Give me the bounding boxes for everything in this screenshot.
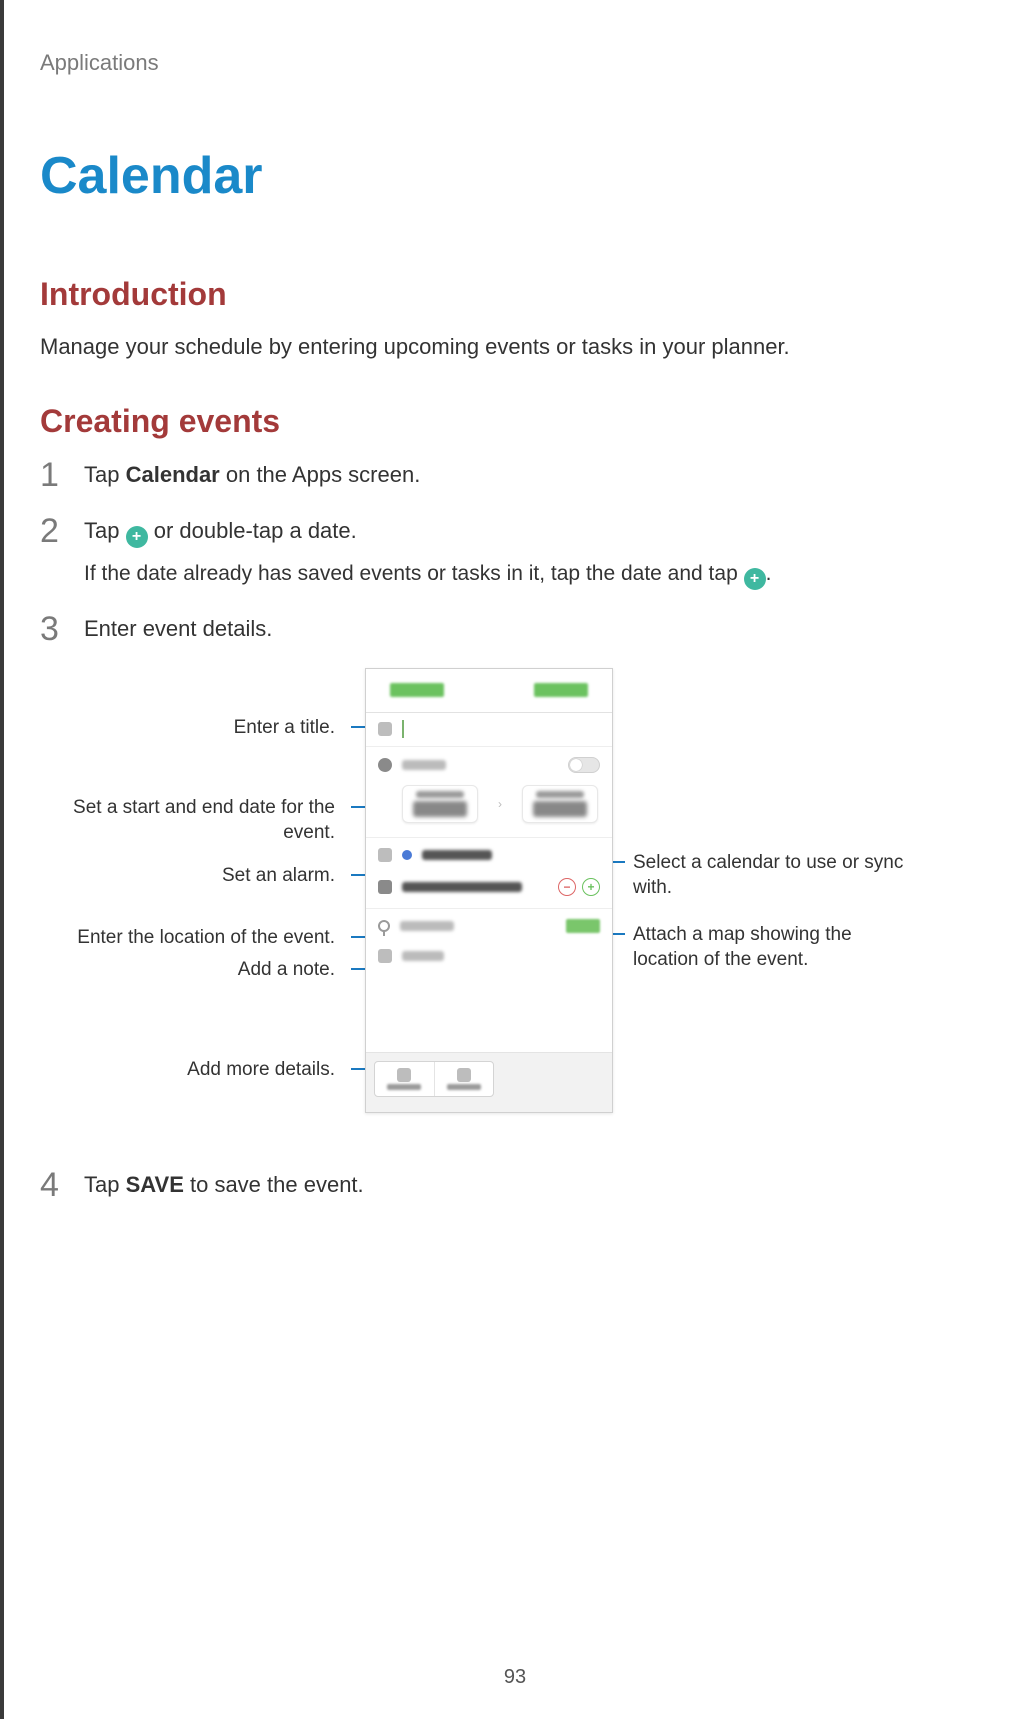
calendar-icon — [378, 848, 392, 862]
text-cursor — [402, 720, 404, 738]
breadcrumb: Applications — [40, 50, 980, 76]
note-row — [366, 941, 612, 971]
step-4-pre: Tap — [84, 1172, 126, 1197]
clock-icon — [378, 758, 392, 772]
step-3-body: Enter event details. — [84, 612, 980, 646]
callout-title: Enter a title. — [55, 716, 335, 741]
callout-location: Enter the location of the event. — [55, 926, 335, 951]
step-1: 1 Tap Calendar on the Apps screen. — [40, 458, 980, 492]
event-editor-figure: Enter a title. Set a start and end date … — [55, 668, 965, 1138]
calendar-row — [366, 838, 612, 870]
note-label-blurred — [402, 951, 444, 961]
plus-icon: + — [126, 526, 148, 548]
page-title: Calendar — [40, 146, 980, 206]
callout-alarm: Set an alarm. — [55, 864, 335, 889]
footer-buttons — [374, 1061, 494, 1097]
step-2-pre: Tap — [84, 518, 126, 543]
remove-alarm-icon: − — [558, 878, 576, 896]
timezone-button — [435, 1062, 494, 1096]
title-row — [366, 713, 612, 747]
step-4-number: 4 — [40, 1168, 68, 1202]
allday-row — [366, 747, 612, 781]
step-4-body: Tap SAVE to save the event. — [84, 1168, 980, 1202]
introduction-body: Manage your schedule by entering upcomin… — [40, 331, 980, 363]
page-number: 93 — [0, 1666, 1030, 1689]
plus-icon: + — [744, 568, 766, 590]
allday-label-blurred — [402, 760, 446, 770]
location-pin-icon — [378, 920, 390, 932]
step-3-number: 3 — [40, 612, 68, 646]
step-2: 2 Tap + or double-tap a date. If the dat… — [40, 514, 980, 590]
step-2-post: or double-tap a date. — [148, 518, 357, 543]
step-2-sub-pre: If the date already has saved events or … — [84, 562, 744, 585]
title-icon — [378, 722, 392, 736]
section-creating-events-heading: Creating events — [40, 403, 980, 440]
add-alarm-icon: + — [582, 878, 600, 896]
location-row — [366, 909, 612, 941]
location-label-blurred — [400, 921, 454, 931]
step-1-body: Tap Calendar on the Apps screen. — [84, 458, 980, 492]
globe-icon — [457, 1068, 471, 1082]
bell-icon — [378, 880, 392, 894]
step-3: 3 Enter event details. — [40, 612, 980, 646]
step-4-post: to save the event. — [184, 1172, 364, 1197]
step-1-number: 1 — [40, 458, 68, 492]
callout-more: Add more details. — [55, 1058, 335, 1083]
allday-toggle — [568, 757, 600, 773]
save-button-blurred — [534, 683, 588, 697]
step-2-number: 2 — [40, 514, 68, 590]
page-container: Applications Calendar Introduction Manag… — [0, 0, 1030, 1719]
repeat-icon — [397, 1068, 411, 1082]
step-1-pre: Tap — [84, 462, 126, 487]
callout-calendar: Select a calendar to use or sync with. — [633, 851, 913, 900]
cancel-button-blurred — [390, 683, 444, 697]
callout-dates: Set a start and end date for the event. — [55, 796, 335, 845]
mockup-footer — [366, 1052, 612, 1112]
note-icon — [378, 949, 392, 963]
alarm-label-blurred — [402, 882, 522, 892]
step-1-post: on the Apps screen. — [220, 462, 421, 487]
callout-map: Attach a map showing the location of the… — [633, 923, 913, 972]
step-1-bold: Calendar — [126, 462, 220, 487]
step-2-body: Tap + or double-tap a date. If the date … — [84, 514, 980, 590]
end-time — [522, 785, 598, 823]
chevron-right-icon: › — [498, 797, 502, 811]
mockup-header — [366, 669, 612, 713]
time-row: › — [366, 781, 612, 838]
start-time — [402, 785, 478, 823]
step-4-bold: SAVE — [126, 1172, 184, 1197]
event-editor-mockup: › − + — [365, 668, 613, 1113]
map-thumbnail — [566, 919, 600, 933]
alarm-row: − + — [366, 870, 612, 909]
step-4: 4 Tap SAVE to save the event. — [40, 1168, 980, 1202]
repeat-button — [375, 1062, 435, 1096]
calendar-color-dot — [402, 850, 412, 860]
section-introduction-heading: Introduction — [40, 276, 980, 313]
step-2-sub-post: . — [766, 562, 772, 585]
callout-note: Add a note. — [55, 958, 335, 983]
calendar-name-blurred — [422, 850, 492, 860]
